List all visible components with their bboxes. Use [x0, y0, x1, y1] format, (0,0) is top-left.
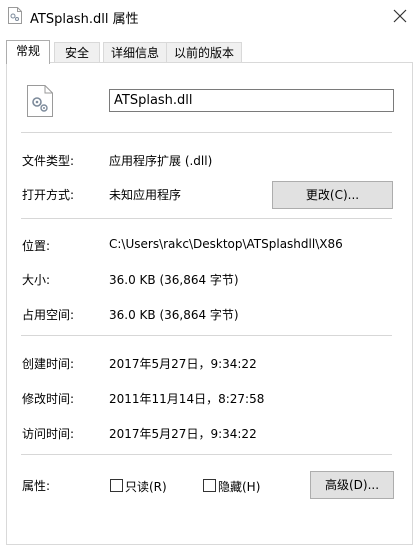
attributes-label: 属性: [22, 479, 51, 493]
hidden-checkbox-label[interactable]: 隐藏(H) [218, 478, 260, 495]
modified-value: 2011年11月14日，8:27:58 [109, 392, 265, 406]
created-value: 2017年5月27日，9:34:22 [109, 357, 257, 371]
change-button[interactable]: 更改(C)... [272, 181, 393, 209]
file-type-label: 文件类型: [22, 154, 75, 168]
dll-gear-file-icon [27, 85, 53, 117]
close-icon[interactable] [391, 7, 409, 25]
hidden-checkbox[interactable] [203, 479, 216, 492]
separator [21, 454, 392, 455]
accessed-label: 访问时间: [22, 427, 75, 441]
general-panel: ATSplash.dll 文件类型: 应用程序扩展 (.dll) 打开方式: 未… [6, 62, 413, 545]
separator [21, 132, 392, 133]
tab-general[interactable]: 常规 [6, 40, 50, 64]
accessed-value: 2017年5月27日，9:34:22 [109, 427, 257, 441]
created-label: 创建时间: [22, 357, 75, 371]
modified-label: 修改时间: [22, 392, 75, 406]
tab-security[interactable]: 安全 [54, 42, 100, 63]
location-value: C:\Users\rakc\Desktop\ATSplashdll\X86 [109, 237, 343, 251]
separator [21, 335, 392, 336]
tab-previous-versions[interactable]: 以前的版本 [166, 42, 242, 63]
window-title: ATSplash.dll 属性 [30, 12, 139, 27]
file-type-value: 应用程序扩展 (.dll) [109, 154, 213, 168]
opens-with-value: 未知应用程序 [109, 188, 182, 202]
readonly-checkbox[interactable] [110, 479, 123, 492]
size-on-disk-label: 占用空间: [22, 308, 75, 322]
file-name-field[interactable]: ATSplash.dll [109, 89, 394, 112]
title-bar: ATSplash.dll 属性 [0, 0, 419, 32]
size-on-disk-value: 36.0 KB (36,864 字节) [109, 308, 239, 322]
advanced-button[interactable]: 高级(D)... [310, 471, 394, 499]
opens-with-label: 打开方式: [22, 188, 75, 202]
size-value: 36.0 KB (36,864 字节) [109, 273, 239, 287]
readonly-checkbox-label[interactable]: 只读(R) [125, 478, 167, 495]
tab-details[interactable]: 详细信息 [103, 42, 167, 63]
dll-file-icon [8, 7, 22, 24]
size-label: 大小: [22, 273, 51, 287]
location-label: 位置: [22, 239, 51, 253]
separator [21, 218, 392, 219]
